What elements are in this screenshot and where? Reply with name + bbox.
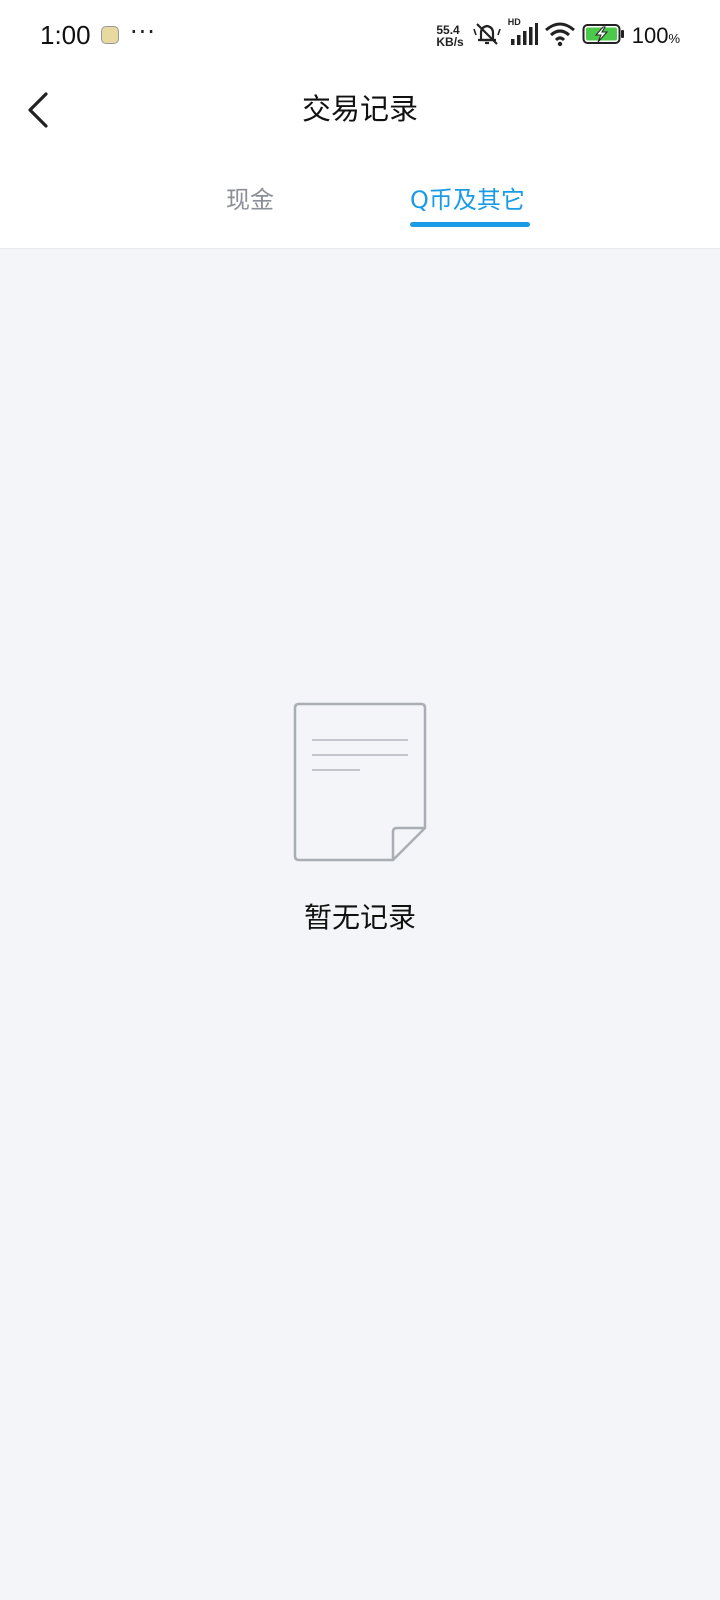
battery-percentage: 100%	[632, 23, 680, 49]
document-icon	[292, 702, 428, 866]
signal-hd-label: HD	[507, 17, 521, 27]
wifi-icon	[544, 21, 576, 51]
app-notification-icon	[101, 26, 119, 44]
empty-state-message: 暂无记录	[303, 901, 416, 934]
status-time: 1:00	[40, 20, 91, 50]
status-more-indicator: ···	[130, 18, 156, 46]
mute-icon	[472, 21, 502, 51]
battery-percent-sign: %	[668, 31, 680, 46]
status-icons: 55.4 KB/s HD 100%	[436, 17, 680, 52]
tab-cash[interactable]: 现金	[226, 180, 274, 215]
app-header: 交易记录 现金 Q币及其它	[0, 72, 720, 249]
signal-icon: HD	[508, 17, 538, 51]
battery-percent-value: 100	[631, 23, 669, 48]
network-speed-unit: KB/s	[436, 35, 464, 49]
battery-charging-icon	[582, 22, 626, 50]
active-tab-indicator	[410, 222, 530, 227]
empty-state: 暂无记录	[0, 700, 720, 940]
status-bar: 1:00 ··· 55.4 KB/s HD 100%	[0, 0, 720, 72]
page-title: 交易记录	[301, 92, 418, 126]
tab-q-coin-and-others[interactable]: Q币及其它	[410, 180, 525, 215]
network-speed: 55.4 KB/s	[436, 24, 463, 48]
